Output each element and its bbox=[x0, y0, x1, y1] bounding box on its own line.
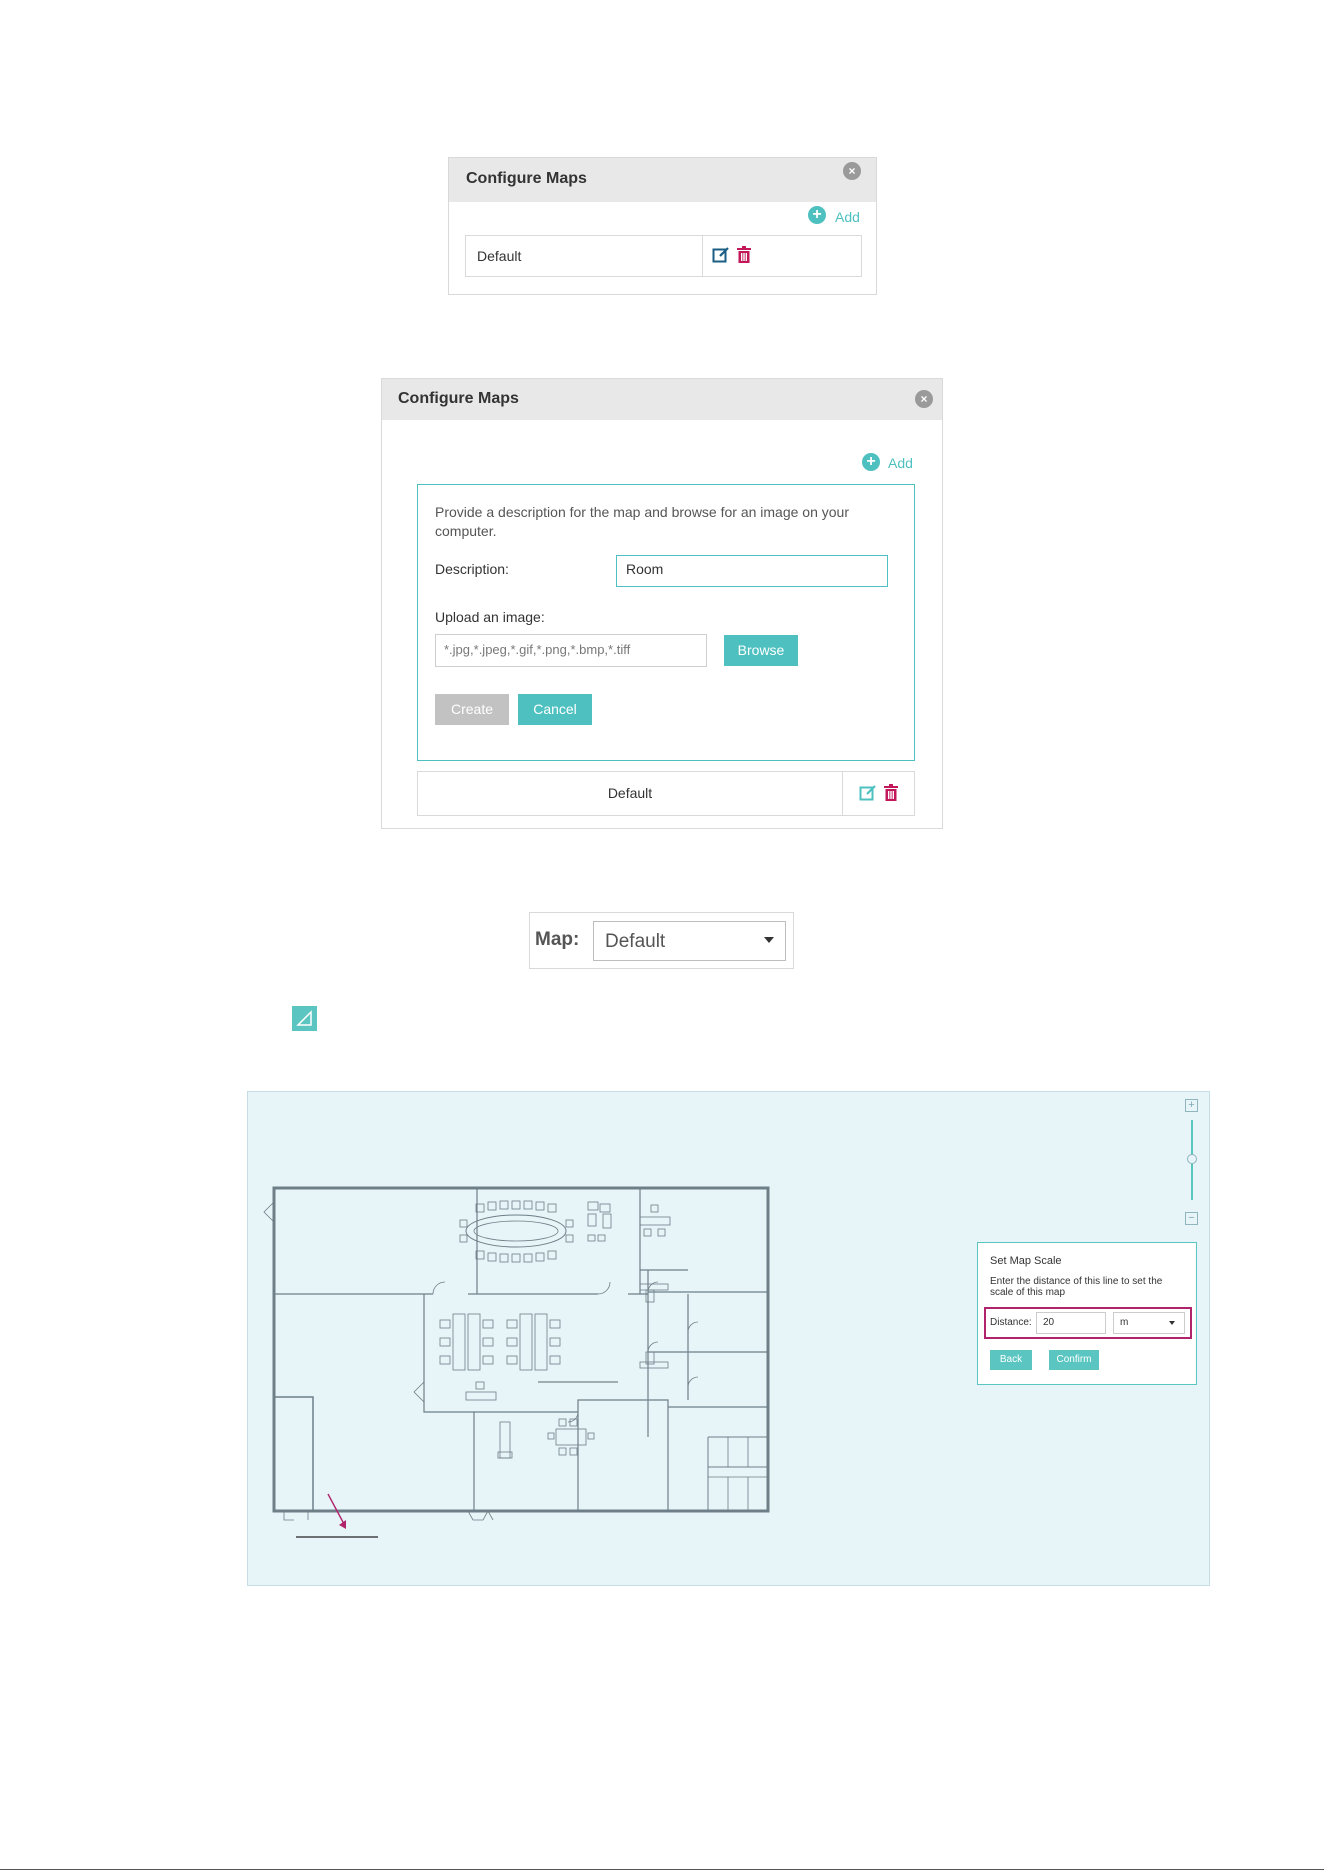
edit-icon[interactable] bbox=[859, 784, 877, 802]
chevron-down-icon bbox=[764, 937, 774, 943]
zoom-in-button[interactable]: + bbox=[1185, 1099, 1198, 1112]
add-icon[interactable]: + bbox=[808, 206, 826, 224]
map-canvas[interactable]: + − Set Map Scale Enter the distance of … bbox=[247, 1091, 1210, 1586]
delete-icon[interactable] bbox=[736, 246, 752, 264]
chevron-down-icon bbox=[1169, 1321, 1175, 1325]
distance-row-highlight: Distance: 20 m bbox=[984, 1307, 1192, 1339]
add-button[interactable]: Add bbox=[835, 209, 860, 225]
browse-button[interactable]: Browse bbox=[724, 635, 798, 666]
dialog-title: Configure Maps bbox=[466, 170, 587, 187]
close-icon[interactable]: × bbox=[915, 390, 933, 408]
configure-maps-dialog-collapsed: Configure Maps × + Add Default bbox=[448, 157, 877, 295]
description-label: Description: bbox=[435, 561, 509, 577]
map-row: Default bbox=[465, 235, 862, 277]
set-map-scale-panel: Set Map Scale Enter the distance of this… bbox=[977, 1242, 1197, 1385]
distance-input[interactable]: 20 bbox=[1036, 1312, 1106, 1334]
back-button[interactable]: Back bbox=[990, 1350, 1032, 1370]
cell-divider bbox=[702, 236, 703, 276]
cancel-button[interactable]: Cancel bbox=[518, 694, 592, 725]
zoom-slider-handle[interactable] bbox=[1187, 1154, 1197, 1164]
create-button[interactable]: Create bbox=[435, 694, 509, 725]
delete-icon[interactable] bbox=[883, 784, 899, 802]
confirm-button[interactable]: Confirm bbox=[1049, 1350, 1099, 1370]
close-icon[interactable]: × bbox=[843, 162, 861, 180]
map-dropdown[interactable]: Default bbox=[593, 921, 786, 961]
unit-select-value: m bbox=[1120, 1317, 1129, 1328]
distance-label: Distance: bbox=[990, 1317, 1032, 1328]
upload-label: Upload an image: bbox=[435, 609, 545, 625]
map-name: Default bbox=[607, 785, 653, 801]
configure-maps-dialog-add: Configure Maps × + Add Provide a descrip… bbox=[381, 378, 943, 829]
scale-panel-title: Set Map Scale bbox=[990, 1255, 1062, 1267]
cell-divider bbox=[842, 772, 843, 815]
add-icon[interactable]: + bbox=[862, 453, 880, 471]
map-selector: Map: Default bbox=[529, 912, 794, 969]
edit-icon[interactable] bbox=[712, 246, 730, 264]
description-input[interactable]: Room bbox=[616, 555, 888, 587]
scale-panel-description: Enter the distance of this line to set t… bbox=[990, 1276, 1163, 1298]
page-footer-rule bbox=[0, 1869, 1324, 1870]
map-dropdown-value: Default bbox=[605, 931, 666, 952]
add-button[interactable]: Add bbox=[888, 455, 913, 471]
zoom-out-button[interactable]: − bbox=[1185, 1212, 1198, 1225]
map-label: Map: bbox=[535, 929, 580, 950]
set-scale-tool-icon[interactable] bbox=[292, 1006, 317, 1031]
dialog-title: Configure Maps bbox=[398, 390, 519, 407]
map-name: Default bbox=[477, 248, 522, 264]
form-instructions: Provide a description for the map and br… bbox=[435, 504, 850, 539]
new-map-form: Provide a description for the map and br… bbox=[417, 484, 915, 761]
file-input[interactable]: *.jpg,*.jpeg,*.gif,*.png,*.bmp,*.tiff bbox=[435, 634, 707, 667]
map-row: Default bbox=[417, 771, 915, 816]
